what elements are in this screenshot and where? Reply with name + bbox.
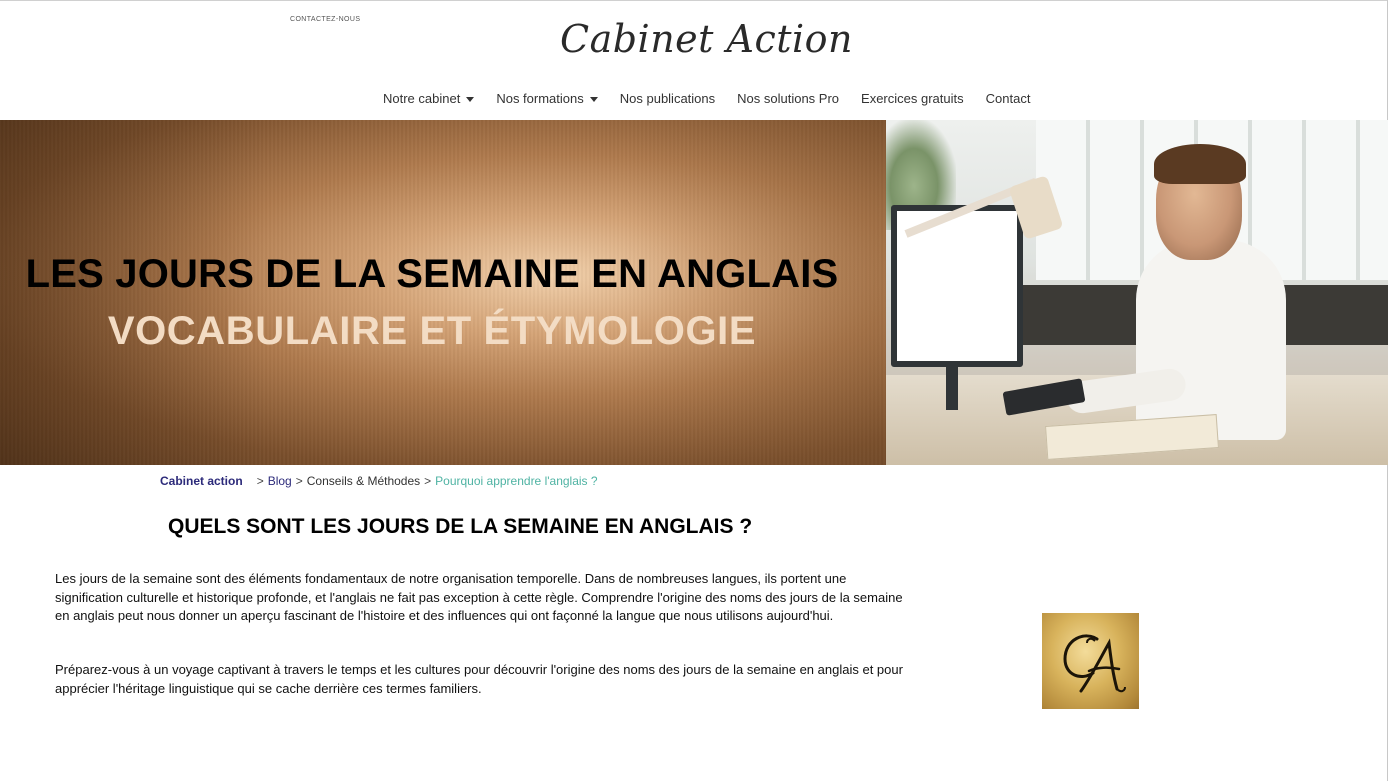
hero-title: LES JOURS DE LA SEMAINE EN ANGLAIS [25,252,839,296]
breadcrumb-home-link[interactable]: Cabinet action [160,474,243,488]
nav-item-notre-cabinet[interactable]: Notre cabinet [383,90,475,106]
chevron-down-icon [466,96,475,102]
article-title: QUELS SONT LES JOURS DE LA SEMAINE EN AN… [168,515,753,538]
nav-item-label: Nos solutions Pro [737,90,840,106]
breadcrumb-separator: > [424,474,432,488]
contact-us-link[interactable]: CONTACTEZ-NOUS [290,16,360,23]
breadcrumb-current-page[interactable]: Pourquoi apprendre l'anglais ? [435,474,597,488]
photo-person-hair [1154,144,1246,184]
breadcrumb-separator: > [256,474,264,488]
hero-photo-man-at-computer [886,120,1388,465]
chevron-down-icon [589,96,598,102]
nav-item-label: Nos formations [496,90,584,106]
article-paragraph: Préparez-vous à un voyage captivant à tr… [55,662,903,696]
nav-item-label: Exercices gratuits [861,90,964,106]
hero-subtitle: VOCABULAIRE ET ÉTYMOLOGIE [107,309,757,353]
site-logo[interactable]: Cabinet Action [560,14,853,64]
nav-item-label: Notre cabinet [383,90,461,106]
nav-item-nos-formations[interactable]: Nos formations [496,90,598,106]
page: CONTACTEZ-NOUS Cabinet Action Notre cabi… [0,0,1388,781]
nav-item-label: Contact [985,90,1031,106]
monogram-ca-icon [1062,634,1126,693]
breadcrumb-conseils-link[interactable]: Conseils & Méthodes [307,474,420,488]
nav-item-label: Nos publications [619,90,716,106]
hero-banner: LES JOURS DE LA SEMAINE EN ANGLAIS VOCAB… [0,120,1388,465]
window-top-border [0,0,1388,1]
breadcrumb-separator: > [295,474,303,488]
nav-item-nos-publications[interactable]: Nos publications [620,91,715,106]
photo-monitor-stand [946,365,958,410]
cabinet-action-monogram-logo [1042,613,1139,709]
nav-item-contact[interactable]: Contact [986,91,1031,106]
article-paragraph: Les jours de la semaine sont des élément… [55,571,903,623]
main-nav: Notre cabinet Nos formations Nos publica… [383,88,1030,108]
photo-person-body [1136,240,1286,440]
breadcrumb: Cabinet action > Blog > Conseils & Métho… [160,474,598,488]
nav-item-nos-solutions-pro[interactable]: Nos solutions Pro [737,91,839,106]
breadcrumb-blog-link[interactable]: Blog [268,474,292,488]
nav-item-exercices-gratuits[interactable]: Exercices gratuits [861,91,964,106]
